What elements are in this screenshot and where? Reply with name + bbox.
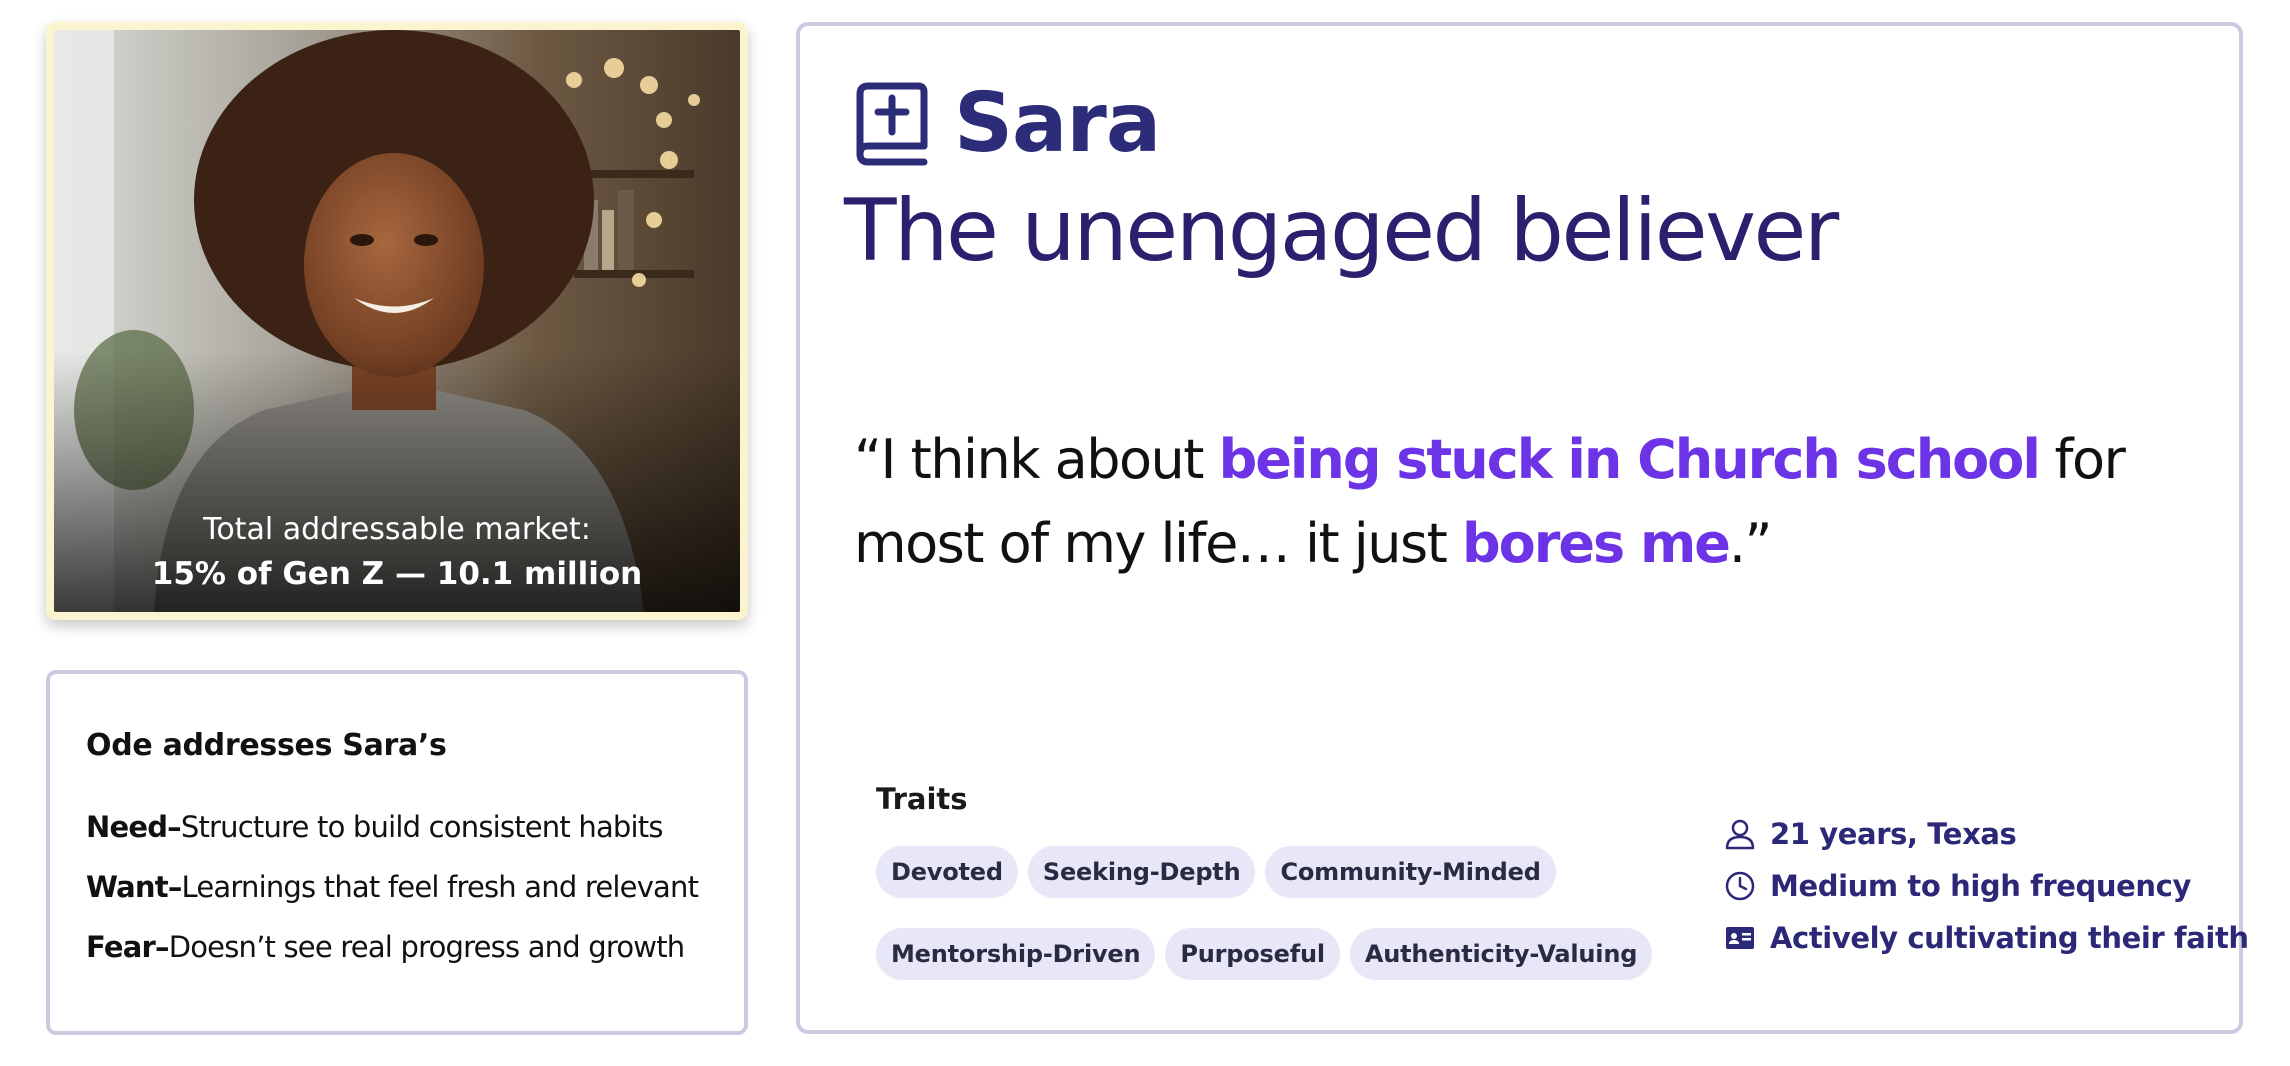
persona-archetype: The unengaged believer bbox=[844, 181, 1839, 281]
need-text: Structure to build consistent habits bbox=[180, 810, 664, 844]
fear-label: Fear– bbox=[86, 930, 169, 964]
trait-chip: Purposeful bbox=[1165, 928, 1340, 980]
ode-card: Ode addresses Sara’s Need–Structure to b… bbox=[46, 670, 748, 1035]
fear-row: Fear–Doesn’t see real progress and growt… bbox=[86, 930, 685, 964]
clock-icon bbox=[1725, 871, 1755, 901]
persona-card: Sara The unengaged believer “I think abo… bbox=[796, 22, 2249, 1034]
fact-frequency: Medium to high frequency bbox=[1724, 860, 2249, 912]
fact-text: Medium to high frequency bbox=[1770, 869, 2191, 903]
id-card-icon bbox=[1726, 927, 1754, 949]
persona-quote: “I think about being stuck in Church sch… bbox=[854, 418, 2194, 586]
quote-highlight-1: being stuck in Church school bbox=[1218, 428, 2041, 491]
persona-name: Sara bbox=[954, 76, 1161, 171]
tam-value: 15% of Gen Z — 10.1 million bbox=[151, 556, 643, 592]
quote-text-1: “I think about bbox=[854, 428, 1219, 491]
trait-chip: Mentorship-Driven bbox=[876, 928, 1156, 980]
fear-text: Doesn’t see real progress and growth bbox=[168, 930, 685, 964]
want-row: Want–Learnings that feel fresh and relev… bbox=[86, 870, 699, 904]
traits-row: Mentorship-Driven Purposeful Authenticit… bbox=[876, 928, 1653, 980]
persona-photo-card: Total addressable market: 15% of Gen Z —… bbox=[46, 22, 748, 620]
bible-icon bbox=[856, 82, 928, 166]
want-label: Want– bbox=[86, 870, 182, 904]
quote-text-3: .” bbox=[1728, 512, 1773, 575]
fact-text: 21 years, Texas bbox=[1770, 817, 2017, 851]
need-row: Need–Structure to build consistent habit… bbox=[86, 810, 663, 844]
want-text: Learnings that feel fresh and relevant bbox=[181, 870, 699, 904]
persona-facts: 21 years, Texas Medium to high frequency… bbox=[1724, 808, 2249, 964]
fact-faith: Actively cultivating their faith bbox=[1724, 912, 2249, 964]
trait-chip: Community-Minded bbox=[1265, 846, 1556, 898]
tam-caption: Total addressable market: 15% of Gen Z —… bbox=[54, 508, 740, 596]
traits-title: Traits bbox=[876, 782, 968, 816]
person-icon bbox=[1725, 819, 1755, 850]
quote-highlight-2: bores me bbox=[1462, 512, 1731, 575]
ode-title: Ode addresses Sara’s bbox=[86, 728, 447, 763]
tam-label: Total addressable market: bbox=[203, 512, 591, 547]
fact-text: Actively cultivating their faith bbox=[1770, 921, 2249, 955]
traits-row: Devoted Seeking-Depth Community-Minded bbox=[876, 846, 1556, 898]
trait-chip: Devoted bbox=[876, 846, 1018, 898]
trait-chip: Authenticity-Valuing bbox=[1349, 928, 1653, 980]
fact-age-location: 21 years, Texas bbox=[1724, 808, 2249, 860]
trait-chip: Seeking-Depth bbox=[1027, 846, 1256, 898]
need-label: Need– bbox=[86, 810, 182, 844]
